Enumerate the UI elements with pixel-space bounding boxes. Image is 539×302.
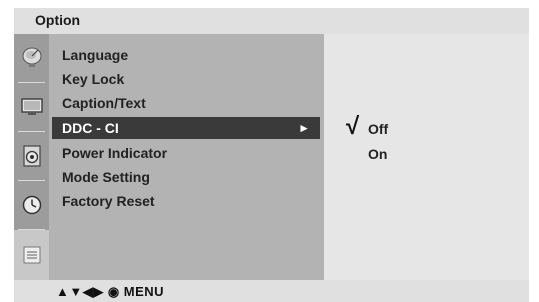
satellite-dish-icon[interactable] xyxy=(14,34,49,82)
arrow-right-icon: ► xyxy=(298,121,310,135)
menu-item-factory-reset[interactable]: Factory Reset xyxy=(62,190,320,212)
submenu-option-label: On xyxy=(368,146,388,162)
menu-item-language[interactable]: Language xyxy=(62,44,320,66)
menu-item-label: DDC - CI xyxy=(62,120,119,136)
option-panel-icon[interactable] xyxy=(14,230,49,280)
navigation-hint: ▲▼◀▶ ◉ MENU xyxy=(56,284,165,299)
osd-menu: Option Language Key Lock Caption/Text DD… xyxy=(0,0,539,302)
menu-title: Option xyxy=(35,12,81,28)
submenu-panel xyxy=(324,34,529,280)
menu-item-label: Mode Setting xyxy=(62,169,150,185)
menu-item-power-indicator[interactable]: Power Indicator xyxy=(62,142,320,164)
menu-item-mode-setting[interactable]: Mode Setting xyxy=(62,166,320,188)
menu-item-label: Caption/Text xyxy=(62,95,146,111)
menu-item-label: Key Lock xyxy=(62,71,125,87)
navigation-hint-bar: ▲▼◀▶ ◉ MENU xyxy=(14,280,529,302)
check-mark-icon: √ xyxy=(346,113,360,140)
submenu-option-on[interactable]: On xyxy=(368,143,387,165)
submenu-option-off[interactable]: Off xyxy=(368,118,388,140)
clock-icon[interactable] xyxy=(14,181,49,229)
speaker-icon[interactable] xyxy=(14,132,49,180)
menu-item-label: Factory Reset xyxy=(62,193,155,209)
menu-item-label: Power Indicator xyxy=(62,145,168,161)
menu-item-caption-text[interactable]: Caption/Text xyxy=(62,92,320,114)
menu-item-label: Language xyxy=(62,47,129,63)
tv-screen-icon[interactable] xyxy=(14,83,49,131)
menu-title-bar: Option xyxy=(14,8,529,34)
menu-item-ddc-ci[interactable]: DDC - CI ► xyxy=(52,117,320,139)
submenu-option-label: Off xyxy=(368,121,389,137)
menu-item-key-lock[interactable]: Key Lock xyxy=(62,68,320,90)
category-sidebar xyxy=(14,34,49,280)
